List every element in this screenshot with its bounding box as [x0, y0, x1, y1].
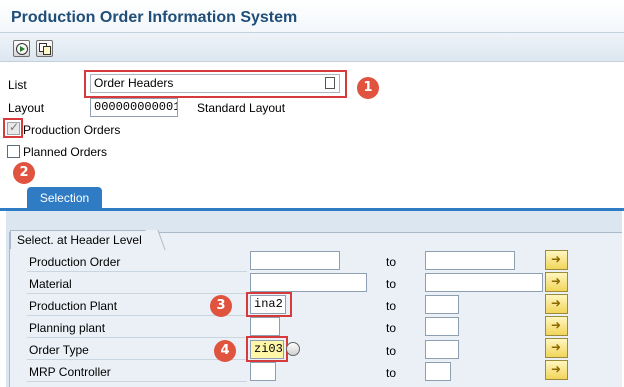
production-orders-label: Production Orders	[23, 123, 121, 137]
production-order-multiple-selection-button[interactable]: ➜	[545, 250, 568, 270]
execute-icon[interactable]	[13, 40, 30, 57]
production-order-from-input[interactable]	[250, 251, 340, 270]
planning-plant-multiple-selection-button[interactable]: ➜	[545, 316, 568, 336]
layout-field[interactable]: 000000000001	[90, 98, 178, 117]
to-label: to	[386, 321, 397, 335]
arrow-right-icon: ➜	[551, 362, 562, 376]
row-label-planning-plant: Planning plant	[27, 318, 247, 338]
title-bar: Production Order Information System	[0, 0, 624, 32]
mrp-controller-from-input[interactable]	[250, 362, 276, 381]
list-label: List	[8, 78, 27, 92]
production-plant-to-input[interactable]	[425, 295, 459, 314]
arrow-right-icon: ➜	[551, 296, 562, 310]
material-to-input[interactable]	[425, 273, 543, 292]
callout-badge-1: 1	[357, 77, 379, 99]
planning-plant-to-input[interactable]	[425, 317, 459, 336]
mrp-controller-multiple-selection-button[interactable]: ➜	[545, 360, 568, 380]
callout-box-4	[246, 336, 288, 362]
application-toolbar	[0, 32, 624, 62]
planned-orders-label: Planned Orders	[23, 145, 108, 159]
callout-box-3	[246, 292, 292, 317]
to-label: to	[386, 255, 397, 269]
callout-badge-2: 2	[13, 162, 35, 184]
copy-icon[interactable]	[36, 40, 53, 57]
arrow-right-icon: ➜	[551, 252, 562, 266]
planned-orders-checkbox[interactable]	[7, 145, 20, 158]
to-label: to	[386, 366, 397, 380]
mrp-controller-to-input[interactable]	[425, 362, 451, 381]
callout-badge-4: 4	[214, 340, 236, 362]
page-title: Production Order Information System	[11, 9, 298, 26]
material-from-input[interactable]	[250, 273, 367, 292]
arrow-right-icon: ➜	[551, 340, 562, 354]
callout-badge-3: 3	[210, 295, 232, 317]
row-label-production-order: Production Order	[27, 252, 247, 272]
order-type-to-input[interactable]	[425, 340, 459, 359]
to-label: to	[386, 344, 397, 358]
order-type-multiple-selection-button[interactable]: ➜	[545, 338, 568, 358]
to-label: to	[386, 277, 397, 291]
search-help-icon[interactable]	[286, 342, 300, 356]
planning-plant-from-input[interactable]	[250, 317, 280, 336]
tab-selection[interactable]: Selection	[27, 187, 102, 209]
row-label-mrp-controller: MRP Controller	[27, 362, 247, 382]
arrow-right-icon: ➜	[551, 318, 562, 332]
layout-label: Layout	[8, 101, 45, 115]
production-plant-multiple-selection-button[interactable]: ➜	[545, 294, 568, 314]
callout-box-1	[84, 70, 347, 98]
arrow-right-icon: ➜	[551, 274, 562, 288]
layout-description: Standard Layout	[197, 101, 286, 115]
material-multiple-selection-button[interactable]: ➜	[545, 272, 568, 292]
callout-box-2	[3, 118, 23, 138]
group-title: Select. at Header Level	[10, 230, 156, 249]
to-label: to	[386, 299, 397, 313]
row-label-material: Material	[27, 274, 247, 294]
production-order-to-input[interactable]	[425, 251, 515, 270]
